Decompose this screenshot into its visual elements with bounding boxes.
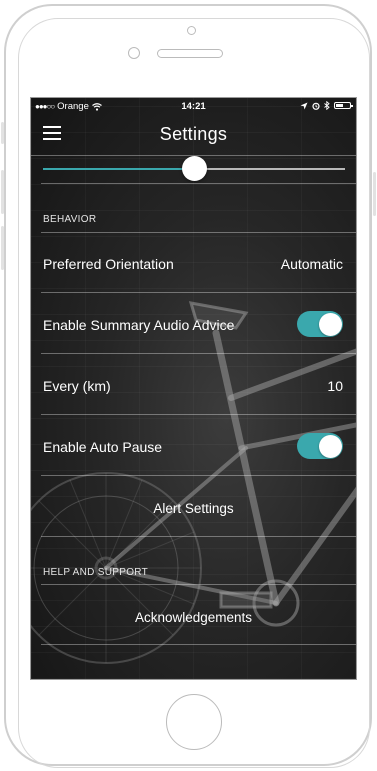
preferred-orientation-value[interactable]: Automatic (281, 256, 343, 272)
auto-pause-toggle[interactable] (297, 433, 343, 459)
divider (41, 414, 356, 415)
divider (41, 584, 356, 585)
preferred-orientation-label[interactable]: Preferred Orientation (43, 256, 174, 272)
every-km-label: Every (km) (43, 378, 111, 394)
acknowledgements-button[interactable]: Acknowledgements (31, 610, 356, 625)
silent-switch (1, 122, 4, 144)
nav-bar: Settings (31, 116, 356, 154)
summary-audio-toggle[interactable] (297, 311, 343, 337)
page-title: Settings (159, 124, 228, 144)
slider-fill (43, 168, 194, 170)
divider (41, 183, 356, 184)
app-screen: ●●●○○ Orange 14:21 Settings BEHAVIOR Pre… (30, 97, 357, 680)
home-button[interactable] (166, 694, 222, 750)
proximity-sensor (128, 47, 140, 59)
every-km-value[interactable]: 10 (327, 378, 343, 394)
divider (41, 536, 356, 537)
battery-icon (334, 102, 353, 109)
slider-thumb[interactable] (181, 156, 207, 181)
status-right (300, 101, 353, 110)
divider (41, 232, 356, 233)
toggle-knob (318, 434, 342, 458)
volume-up-button (1, 170, 4, 214)
alert-settings-button[interactable]: Alert Settings (31, 501, 356, 516)
divider (41, 353, 356, 354)
toggle-knob (318, 312, 342, 336)
bluetooth-icon (324, 101, 330, 110)
volume-down-button (1, 226, 4, 270)
earpiece-speaker (157, 49, 223, 58)
alarm-icon (312, 102, 320, 110)
divider (41, 475, 356, 476)
location-arrow-icon (300, 102, 308, 109)
section-header-behavior: BEHAVIOR (43, 214, 97, 225)
power-button (373, 172, 376, 216)
divider (41, 292, 356, 293)
front-camera (187, 26, 196, 35)
auto-pause-label: Enable Auto Pause (43, 439, 163, 455)
status-bar: ●●●○○ Orange 14:21 (31, 98, 356, 115)
section-header-help: HELP AND SUPPORT (43, 567, 149, 578)
divider (41, 644, 356, 645)
summary-audio-label: Enable Summary Audio Advice (43, 317, 235, 333)
